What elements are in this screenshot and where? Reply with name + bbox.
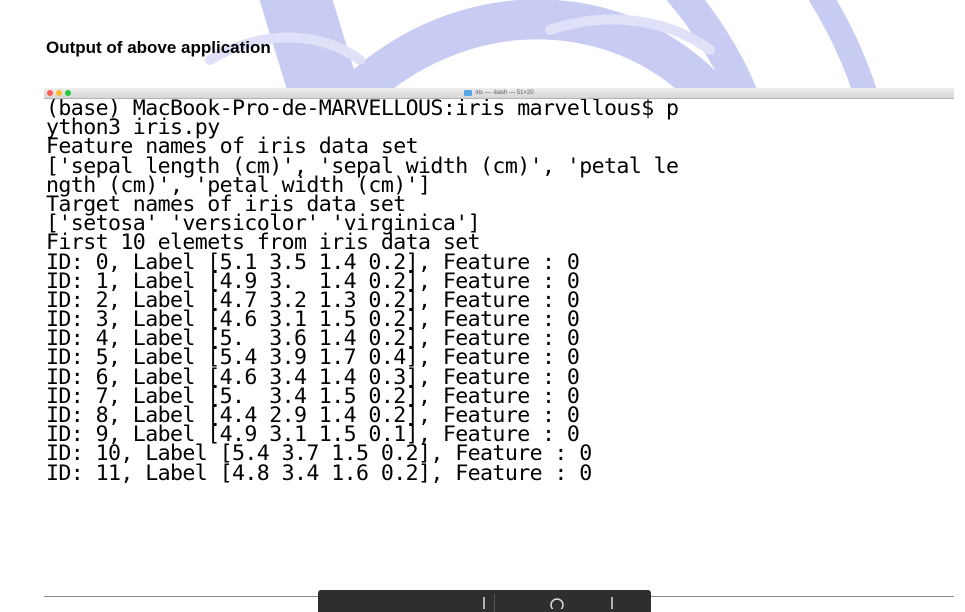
toolbar-divider	[494, 594, 495, 612]
page-heading: Output of above application	[46, 38, 271, 57]
search-icon[interactable]	[550, 597, 620, 609]
bottom-toolbar	[318, 590, 651, 612]
terminal-titlebar[interactable]: iris — -bash — 51×20	[44, 88, 954, 99]
terminal-title: iris — -bash — 51×20	[475, 90, 534, 96]
zoom-out-icon[interactable]	[478, 597, 490, 609]
terminal-line: ID: 11, Label [4.8 3.4 1.6 0.2], Feature…	[46, 460, 592, 486]
folder-icon	[464, 90, 473, 96]
terminal-window[interactable]: iris — -bash — 51×20 (base) MacBook-Pro-…	[44, 88, 954, 597]
terminal-output[interactable]: (base) MacBook-Pro-de-MARVELLOUS:iris ma…	[44, 98, 954, 486]
